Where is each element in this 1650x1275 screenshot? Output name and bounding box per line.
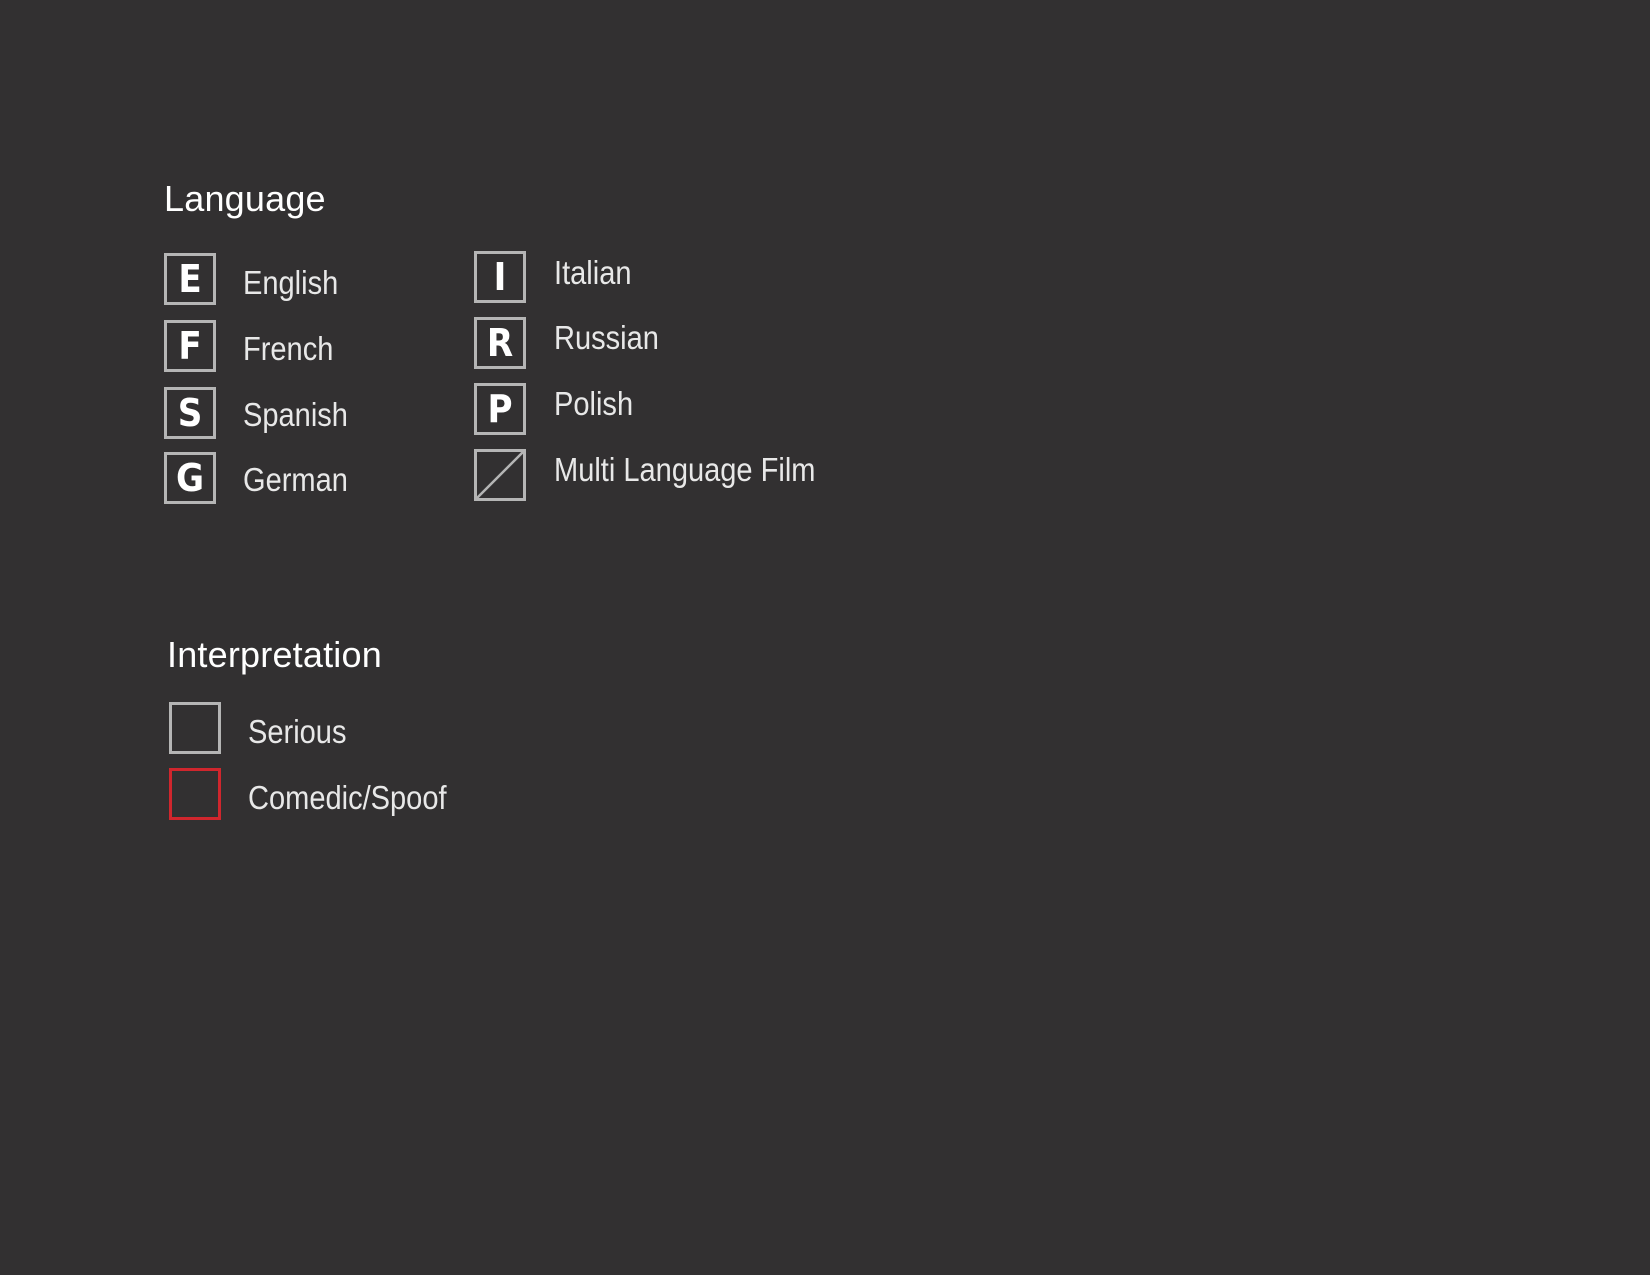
language-label-italian: Italian: [554, 254, 632, 291]
language-label-multi-language-film: Multi Language Film: [554, 451, 816, 488]
interpretation-heading: Interpretation: [167, 634, 382, 675]
language-label-spanish: Spanish: [243, 396, 348, 433]
language-label-english: English: [243, 264, 339, 301]
language-label-polish: Polish: [554, 385, 634, 422]
language-label-french: French: [243, 330, 334, 367]
letter-R-box-icon: R: [474, 317, 526, 369]
letter-F-box-icon: F: [164, 320, 216, 372]
letter-P-box-icon: P: [474, 383, 526, 435]
interpretation-label-serious: Serious: [248, 713, 347, 750]
letter-G-box-icon: G: [164, 452, 216, 504]
language-label-german: German: [243, 461, 348, 498]
red-outline-box-icon: [169, 768, 221, 820]
diagonal-slash-glyph: [477, 452, 523, 498]
language-heading: Language: [164, 178, 326, 219]
diagonal-slash-box-icon: [474, 449, 526, 501]
language-label-russian: Russian: [554, 319, 659, 356]
interpretation-label-comedic-spoof: Comedic/Spoof: [248, 779, 447, 816]
gray-outline-box-icon: [169, 702, 221, 754]
letter-E-box-icon: E: [164, 253, 216, 305]
letter-S-box-icon: S: [164, 387, 216, 439]
letter-I-box-icon: I: [474, 251, 526, 303]
